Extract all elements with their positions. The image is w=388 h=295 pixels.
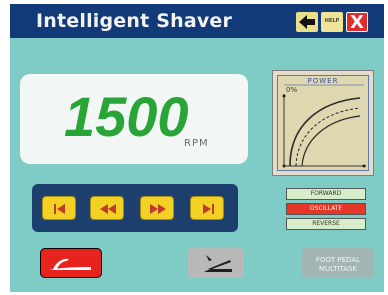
back-arrow-icon — [299, 15, 315, 29]
foot-pedal-button[interactable] — [188, 248, 244, 278]
handpiece-power-button[interactable] — [40, 248, 102, 278]
multitask-line1: FOOT PEDAL — [315, 256, 361, 264]
shaver-screen: Intelligent Shaver HELP X 1500 RPM POWER… — [10, 4, 384, 292]
rpm-unit: RPM — [184, 138, 209, 149]
multitask-button[interactable]: FOOT PEDAL MULTITASK — [302, 248, 374, 278]
foot-pedal-icon — [204, 255, 232, 272]
skip-end-button[interactable] — [190, 196, 224, 220]
handpiece-icon — [49, 258, 91, 270]
fast-forward-button[interactable] — [140, 196, 174, 220]
help-button[interactable]: HELP — [321, 12, 343, 32]
rewind-button[interactable] — [90, 196, 124, 220]
mode-reverse-button[interactable]: REVERSE — [286, 218, 366, 230]
skip-end-icon — [203, 204, 214, 214]
fast-forward-icon — [150, 204, 166, 214]
mode-selector: FORWARD OSCILLATE REVERSE — [286, 188, 366, 234]
close-button[interactable]: X — [346, 12, 368, 33]
power-curve — [282, 84, 366, 168]
title-bar: Intelligent Shaver HELP X — [10, 4, 384, 38]
back-button[interactable] — [296, 12, 318, 32]
speed-display: 1500 RPM — [20, 74, 248, 164]
power-gauge: POWER 0% — [272, 70, 374, 176]
skip-start-icon — [54, 204, 65, 214]
rpm-value: 1500 — [64, 85, 189, 148]
skip-start-button[interactable] — [42, 196, 76, 220]
power-gauge-inner: POWER 0% — [277, 75, 369, 171]
help-label: HELP — [324, 18, 340, 24]
close-icon: X — [350, 12, 364, 33]
mode-oscillate-button[interactable]: OSCILLATE — [286, 203, 366, 215]
transport-controls — [32, 184, 238, 232]
mode-forward-button[interactable]: FORWARD — [286, 188, 366, 200]
app-title: Intelligent Shaver — [36, 10, 233, 32]
rewind-icon — [100, 204, 116, 214]
multitask-line2: MULTITASK — [319, 265, 357, 273]
